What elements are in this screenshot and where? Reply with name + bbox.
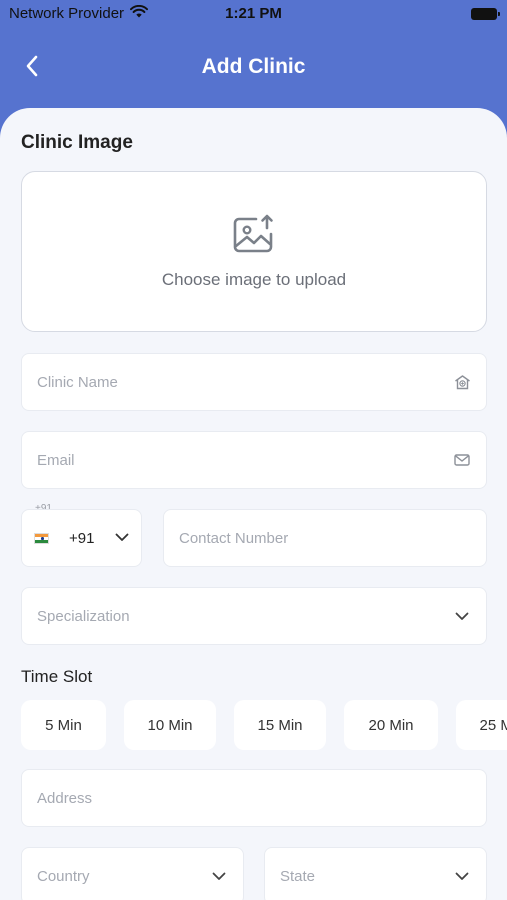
contact-number-placeholder: Contact Number	[179, 529, 289, 547]
image-upload-icon	[233, 214, 273, 252]
contact-number-field[interactable]: Contact Number	[163, 509, 487, 567]
clinic-name-field[interactable]: Clinic Name	[21, 353, 487, 411]
clinic-name-placeholder: Clinic Name	[37, 373, 118, 391]
email-placeholder: Email	[37, 451, 75, 469]
address-placeholder: Address	[37, 789, 93, 807]
state-placeholder: State	[280, 867, 316, 885]
time-slot-title: Time Slot	[21, 667, 93, 686]
page-title: Add Clinic	[201, 55, 306, 78]
state-select[interactable]: State	[264, 847, 487, 900]
specialization-placeholder: Specialization	[37, 607, 130, 625]
form-sheet: Clinic Image Choose image to upload Clin…	[0, 108, 507, 900]
country-placeholder: Country	[37, 867, 90, 885]
clinic-image-title: Clinic Image	[21, 132, 133, 153]
email-field[interactable]: Email	[21, 431, 487, 489]
header: Add Clinic	[0, 30, 507, 105]
chevron-down-icon	[115, 529, 129, 547]
image-upload-box[interactable]: Choose image to upload	[21, 171, 487, 332]
clinic-building-icon	[453, 373, 471, 391]
address-field[interactable]: Address	[21, 769, 487, 827]
time-slot-option[interactable]: 25 Min	[456, 700, 507, 750]
time-slot-option[interactable]: 10 Min	[124, 700, 216, 750]
chevron-down-icon	[210, 867, 228, 885]
status-bar: Network Provider 1:21 PM	[0, 0, 507, 30]
time-slot-option[interactable]: 5 Min	[21, 700, 106, 750]
chevron-down-icon	[453, 867, 471, 885]
upload-text: Choose image to upload	[161, 269, 347, 289]
specialization-select[interactable]: Specialization	[21, 587, 487, 645]
status-time: 1:21 PM	[225, 5, 282, 22]
country-code-value: +91	[69, 529, 95, 547]
time-slot-option[interactable]: 15 Min	[234, 700, 326, 750]
mail-icon	[453, 451, 471, 469]
time-slot-option[interactable]: 20 Min	[344, 700, 438, 750]
time-slot-list: 5 Min 10 Min 15 Min 20 Min 25 Min	[21, 700, 507, 750]
country-select[interactable]: Country	[21, 847, 244, 900]
chevron-down-icon	[453, 607, 471, 625]
country-code-selector[interactable]: +91	[21, 509, 142, 567]
india-flag-icon	[34, 532, 49, 544]
battery-icon	[471, 8, 500, 20]
